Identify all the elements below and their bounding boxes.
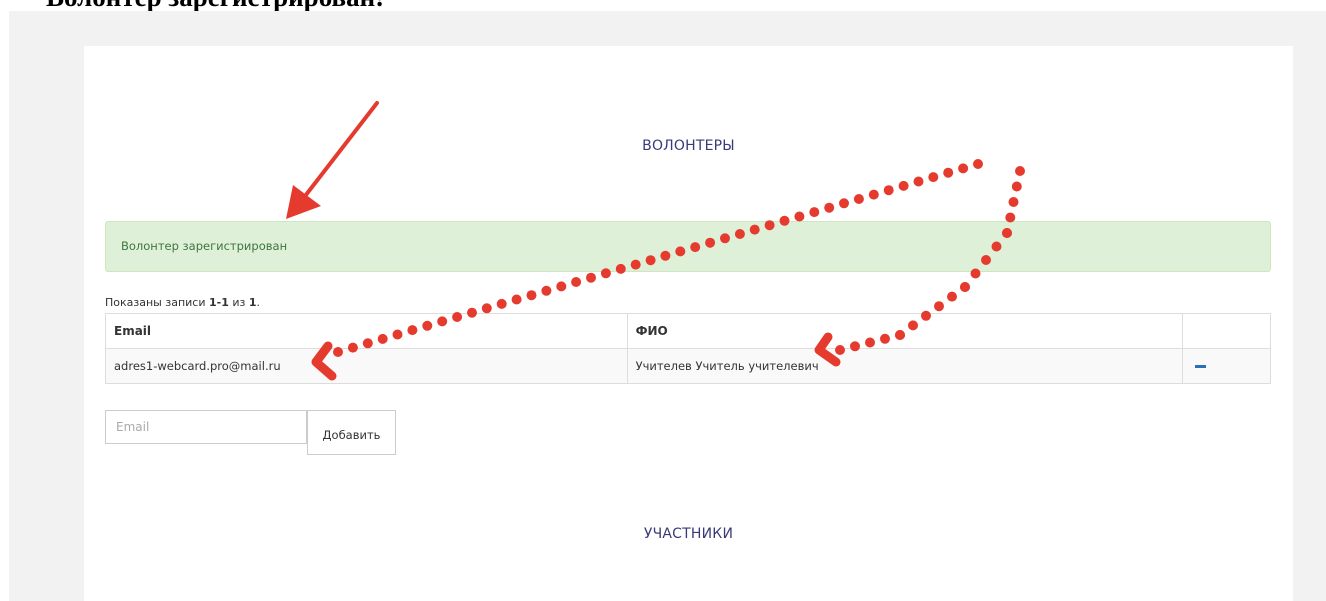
table-header-row: Email ФИО (105, 313, 1271, 349)
table-row: adres1-webcard.pro@mail.ru Учителев Учит… (105, 348, 1271, 384)
volunteers-title: ВОЛОНТЕРЫ (642, 138, 735, 154)
summary-middle: из (228, 296, 249, 309)
cell-fio: Учителев Учитель учителевич (626, 348, 1184, 384)
cell-email: adres1-webcard.pro@mail.ru (105, 348, 628, 384)
email-input[interactable] (105, 410, 307, 444)
volunteers-table: Email ФИО adres1-webcard.pro@mail.ru Учи… (105, 313, 1271, 384)
cell-actions (1182, 348, 1271, 384)
records-summary: Показаны записи 1-1 из 1. (105, 296, 260, 309)
summary-total: 1 (248, 296, 257, 309)
column-header-fio[interactable]: ФИО (626, 313, 1184, 349)
summary-range: 1-1 (208, 296, 229, 309)
summary-prefix: Показаны записи (105, 296, 209, 309)
column-header-actions (1182, 313, 1271, 349)
success-alert: Волонтер зарегистрирован (105, 221, 1271, 272)
summary-suffix: . (256, 296, 261, 309)
participants-title: УЧАСТНИКИ (643, 526, 734, 542)
content-panel: ВОЛОНТЕРЫ Волонтер зарегистрирован Показ… (84, 46, 1293, 601)
column-header-email[interactable]: Email (105, 313, 628, 349)
minus-icon[interactable] (1195, 365, 1207, 368)
add-button[interactable]: Добавить (307, 410, 396, 455)
